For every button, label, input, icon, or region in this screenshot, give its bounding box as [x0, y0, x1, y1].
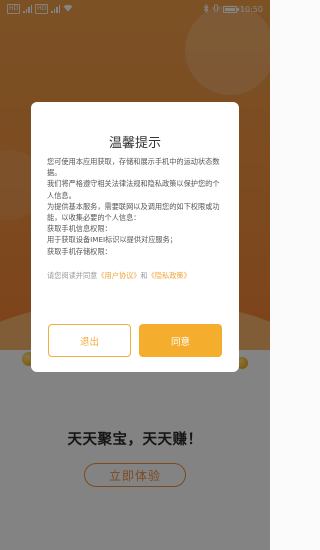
dialog-paragraph: 您可使用本应用获取，存储和展示手机中的运动状态数据。	[47, 157, 220, 178]
agreement-and: 和	[140, 271, 148, 280]
privacy-policy-link[interactable]: 《隐私政策》	[148, 271, 191, 280]
dialog-body[interactable]: 您可使用本应用获取，存储和展示手机中的运动状态数据。 我们将严格遵守相关法律法规…	[47, 156, 225, 272]
dialog-paragraph: 用于获取设备IMEI标识以提供对应服务；	[47, 235, 177, 245]
dialog-paragraph: 获取手机信息权限：	[47, 224, 112, 234]
agreement-line: 请您阅读并同意《用户协议》和《隐私政策》	[47, 270, 227, 281]
agree-button[interactable]: 同意	[139, 324, 222, 357]
dialog-paragraph: 我们将严格遵守相关法律法规和隐私政策以保护您的个人信息。	[47, 179, 220, 200]
privacy-dialog: 温馨提示 您可使用本应用获取，存储和展示手机中的运动状态数据。 我们将严格遵守相…	[31, 102, 239, 372]
agreement-prefix: 请您阅读并同意	[47, 271, 98, 280]
user-agreement-link[interactable]: 《用户协议》	[97, 271, 140, 280]
exit-button[interactable]: 退出	[48, 324, 131, 357]
screen: HD HD 10:50 天天聚宝，天天赚！ 立即体验 温馨提示 您可使用本应用获…	[0, 0, 270, 550]
dialog-paragraph: 为提供基本服务，需要联网以及调用您的如下权限或功能，以收集必要的个人信息：	[47, 201, 220, 223]
dialog-title: 温馨提示	[108, 136, 161, 151]
dialog-paragraph: 获取手机存储权限：	[47, 246, 112, 256]
